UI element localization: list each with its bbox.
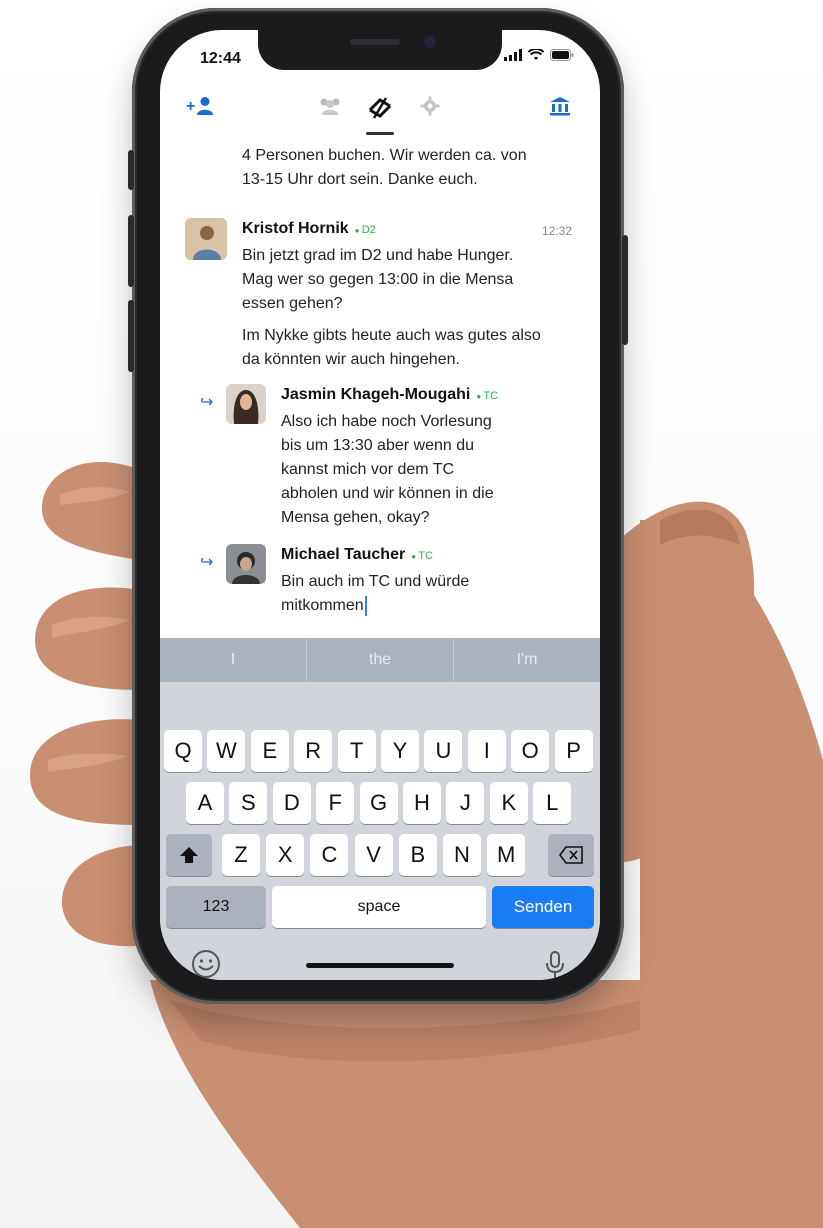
status-time: 12:44 <box>200 50 241 67</box>
phone-screen: 12:44 + 4 Personen buchen. Wir werden ca… <box>160 30 600 980</box>
key-s[interactable]: S <box>229 782 268 824</box>
speaker-grille <box>350 39 400 45</box>
key-e[interactable]: E <box>250 730 289 772</box>
key-x[interactable]: X <box>266 834 305 876</box>
on-screen-keyboard: I the I'm QWERTYUIOPASDFGHJKLZXCVBNM 123… <box>160 638 600 980</box>
key-t[interactable]: T <box>337 730 376 772</box>
location-tag: TC <box>476 390 498 402</box>
previous-message-line: 13-15 Uhr dort sein. Danke euch. <box>242 171 478 188</box>
status-icons <box>504 49 574 61</box>
message-timestamp: 12:32 <box>542 224 573 238</box>
location-tag: D2 <box>355 224 376 236</box>
send-key[interactable]: Senden <box>492 886 594 928</box>
numbers-key[interactable]: 123 <box>166 886 266 928</box>
settings-gear-icon[interactable] <box>418 96 442 120</box>
shift-icon <box>180 847 198 863</box>
message-header: Michael Taucher TC <box>281 546 433 564</box>
sender-name[interactable]: Kristof Hornik <box>242 220 349 237</box>
message-header: Kristof Hornik D2 <box>242 220 376 238</box>
message-input-text: mitkommen <box>281 597 364 614</box>
sender-name[interactable]: Jasmin Khageh-Mougahi <box>281 386 470 403</box>
message-line: Im Nykke gibts heute auch was gutes also <box>242 327 541 344</box>
sender-name[interactable]: Michael Taucher <box>281 546 405 563</box>
message-header: Jasmin Khageh-Mougahi TC <box>281 386 498 404</box>
reply-arrow-icon: ↪ <box>200 394 214 411</box>
key-a[interactable]: A <box>186 782 224 824</box>
message-line: abholen und wir können in die <box>281 485 494 502</box>
message-line: essen gehen? <box>242 295 343 312</box>
message-line: da könnten wir auch hingehen. <box>242 351 460 368</box>
suggestion[interactable]: I'm <box>454 638 600 682</box>
delete-key[interactable] <box>548 834 594 876</box>
add-person-icon[interactable]: + <box>186 96 216 120</box>
silent-switch <box>128 150 134 190</box>
wifi-icon <box>528 49 544 60</box>
key-h[interactable]: H <box>403 782 441 824</box>
suggestion[interactable]: the <box>307 638 454 682</box>
notch <box>258 30 502 70</box>
svg-text:+: + <box>186 98 195 115</box>
location-tag: TC <box>411 550 433 562</box>
space-key[interactable]: space <box>272 886 486 928</box>
key-q[interactable]: Q <box>164 730 202 772</box>
rotate-link-icon[interactable] <box>366 96 394 124</box>
shift-key[interactable] <box>166 834 212 876</box>
message-input[interactable]: mitkommen <box>281 594 367 618</box>
home-indicator[interactable] <box>306 963 454 968</box>
power-button <box>622 235 628 345</box>
message-line: Also ich habe noch Vorlesung <box>281 413 492 430</box>
key-i[interactable]: I <box>467 730 506 772</box>
avatar[interactable] <box>226 544 266 584</box>
key-m[interactable]: M <box>487 834 526 876</box>
key-j[interactable]: J <box>446 782 485 824</box>
text-cursor <box>364 595 367 616</box>
avatar[interactable] <box>185 218 227 260</box>
backspace-icon <box>559 846 583 864</box>
front-camera <box>424 36 436 48</box>
group-icon[interactable] <box>316 96 344 120</box>
predictive-bar: I the I'm <box>160 638 600 682</box>
message-line: bis um 13:30 aber wenn du <box>281 437 475 454</box>
key-b[interactable]: B <box>398 834 437 876</box>
message-line: Mag wer so gegen 13:00 in die Mensa <box>242 271 514 288</box>
emoji-icon[interactable] <box>190 948 222 980</box>
message-line: Bin jetzt grad im D2 und habe Hunger. <box>242 247 514 264</box>
reply-arrow-icon: ↪ <box>200 554 214 571</box>
key-z[interactable]: Z <box>222 834 260 876</box>
key-l[interactable]: L <box>533 782 572 824</box>
key-f[interactable]: F <box>316 782 355 824</box>
key-p[interactable]: P <box>554 730 593 772</box>
key-d[interactable]: D <box>272 782 311 824</box>
signal-icon <box>504 49 522 61</box>
key-k[interactable]: K <box>489 782 528 824</box>
key-g[interactable]: G <box>359 782 398 824</box>
key-u[interactable]: U <box>424 730 463 772</box>
previous-message-line: 4 Personen buchen. Wir werden ca. von <box>242 147 527 164</box>
key-n[interactable]: N <box>443 834 481 876</box>
suggestion[interactable]: I <box>160 638 307 682</box>
key-y[interactable]: Y <box>381 730 419 772</box>
key-v[interactable]: V <box>354 834 393 876</box>
chat-feed[interactable]: 4 Personen buchen. Wir werden ca. von 13… <box>160 134 600 638</box>
message-line: Mensa gehen, okay? <box>281 509 430 526</box>
volume-down-button <box>128 300 134 372</box>
top-navigation: + <box>160 78 600 134</box>
institution-icon[interactable] <box>548 96 572 120</box>
key-w[interactable]: W <box>207 730 246 772</box>
volume-up-button <box>128 215 134 287</box>
key-r[interactable]: R <box>294 730 333 772</box>
battery-icon <box>550 49 574 61</box>
microphone-icon[interactable] <box>544 950 566 980</box>
avatar[interactable] <box>226 384 266 424</box>
message-line: kannst mich vor dem TC <box>281 461 455 478</box>
key-c[interactable]: C <box>310 834 349 876</box>
key-o[interactable]: O <box>511 730 550 772</box>
message-line: Bin auch im TC und würde <box>281 573 470 590</box>
